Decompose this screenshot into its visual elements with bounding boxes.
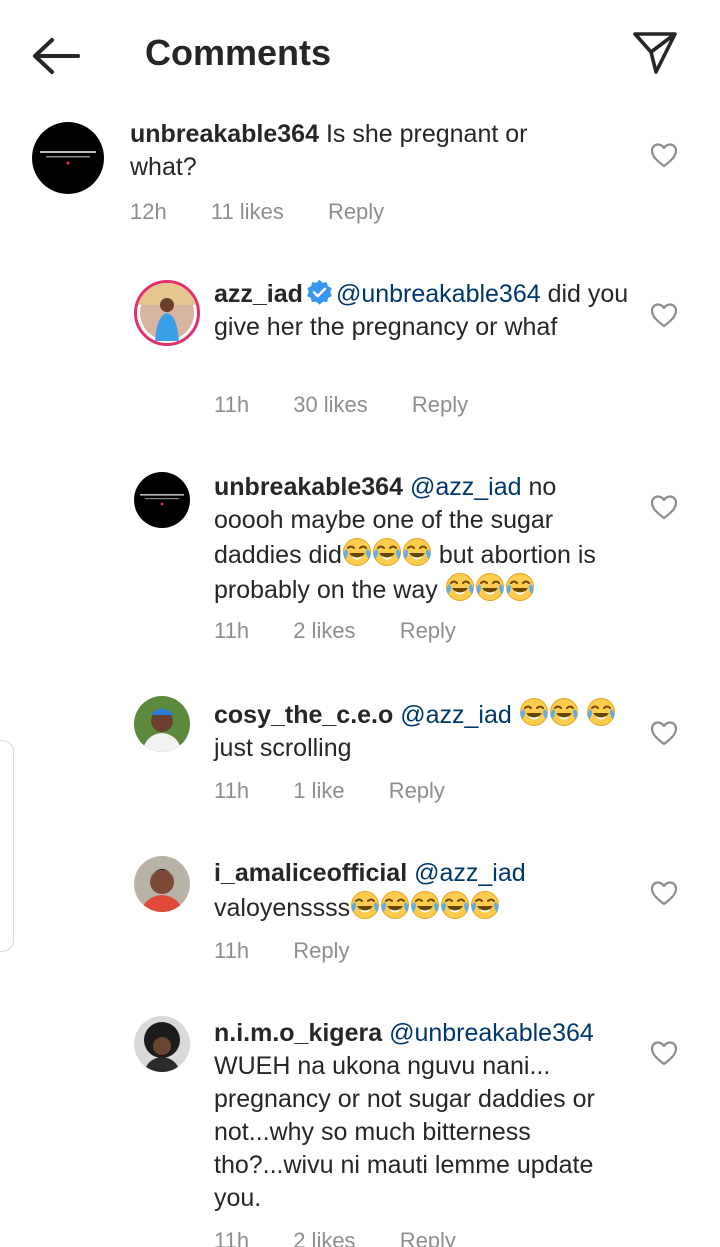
comment-item: n.i.m.o_kigera @unbreakable364 WUEH na u… (0, 994, 720, 1247)
comment-body: WUEH na ukona nguvu nani... pregnancy or… (214, 1052, 595, 1212)
comment-meta: 11h 2 likes Reply (214, 618, 494, 644)
laughing-emoji-icon (440, 890, 470, 920)
comment-time: 11h (214, 938, 250, 963)
comment-mention[interactable]: @unbreakable364 (336, 280, 541, 308)
header-bar: Comments (0, 0, 720, 108)
laughing-emoji-icon (445, 572, 475, 602)
comment-mention[interactable]: @azz_iad (410, 473, 522, 501)
comment-meta: 11h 2 likes Reply (214, 1228, 494, 1247)
comment-item: azz_iad @unbreakable364 did you give her … (0, 258, 720, 448)
paper-plane-icon (633, 32, 677, 74)
reply-button[interactable]: Reply (293, 938, 349, 963)
avatar[interactable] (134, 472, 190, 528)
comment-time: 11h (214, 392, 250, 417)
comment-mention[interactable]: @azz_iad (400, 701, 512, 729)
arrow-left-icon (33, 38, 80, 74)
comment-meta: 11h 30 likes Reply (214, 392, 506, 418)
heart-icon[interactable] (650, 494, 678, 520)
laughing-emoji-icon (519, 697, 549, 727)
laughing-emoji-icon (470, 890, 500, 920)
comment-time: 11h (214, 1228, 250, 1247)
comment-mention[interactable]: @azz_iad (414, 859, 526, 887)
share-button[interactable] (630, 28, 680, 76)
comment-username[interactable]: unbreakable364 (130, 120, 319, 148)
comment-time: 12h (130, 199, 167, 224)
comment-body: valoyenssss (214, 894, 351, 922)
edge-panel-handle[interactable] (0, 740, 14, 952)
comment-item: unbreakable364 @azz_iad no ooooh maybe o… (0, 448, 720, 674)
comment-meta: 11h Reply (214, 938, 387, 964)
laughing-emoji-icon (380, 890, 410, 920)
avatar[interactable] (134, 280, 200, 346)
reply-button[interactable]: Reply (400, 1228, 456, 1247)
comment-text: cosy_the_c.e.o @azz_iad just scrolling (214, 697, 629, 765)
heart-icon[interactable] (650, 1040, 678, 1066)
heart-icon[interactable] (650, 880, 678, 906)
comment-mention[interactable]: @unbreakable364 (389, 1019, 594, 1047)
likes-count[interactable]: 30 likes (293, 392, 368, 417)
laughing-emoji-icon (350, 890, 380, 920)
laughing-emoji-icon (586, 697, 616, 727)
reply-button[interactable]: Reply (412, 392, 468, 417)
comment-item: cosy_the_c.e.o @azz_iad just scrolling 1… (0, 674, 720, 834)
comment-text: unbreakable364 Is she pregnant or what? (130, 118, 545, 184)
comment-username[interactable]: cosy_the_c.e.o (214, 701, 393, 729)
heart-icon[interactable] (650, 302, 678, 328)
comment-username[interactable]: unbreakable364 (214, 473, 403, 501)
laughing-emoji-icon (410, 890, 440, 920)
heart-icon[interactable] (650, 142, 678, 168)
likes-count[interactable]: 2 likes (293, 1228, 355, 1247)
comment-body: just scrolling (214, 734, 352, 762)
reply-button[interactable]: Reply (389, 778, 445, 803)
reply-button[interactable]: Reply (400, 618, 456, 643)
comment-username[interactable]: azz_iad (214, 280, 303, 308)
avatar[interactable] (134, 696, 190, 752)
comment-meta: 11h 1 like Reply (214, 778, 483, 804)
comment-time: 11h (214, 778, 250, 803)
likes-count[interactable]: 2 likes (293, 618, 355, 643)
page-title: Comments (145, 32, 332, 73)
verified-badge-icon (307, 279, 332, 305)
avatar[interactable] (134, 1016, 190, 1072)
likes-count[interactable]: 1 like (293, 778, 344, 803)
comment-text: n.i.m.o_kigera @unbreakable364 WUEH na u… (214, 1017, 629, 1215)
avatar[interactable] (134, 856, 190, 912)
comment-username[interactable]: i_amaliceofficial (214, 859, 407, 887)
heart-icon[interactable] (650, 720, 678, 746)
avatar[interactable] (32, 122, 104, 194)
comment-text: unbreakable364 @azz_iad no ooooh maybe o… (214, 471, 629, 607)
laughing-emoji-icon (342, 537, 372, 567)
likes-count[interactable]: 11 likes (211, 199, 284, 224)
comment-meta: 12h 11 likes Reply (130, 199, 422, 225)
comment-item: unbreakable364 Is she pregnant or what? … (0, 108, 720, 258)
reply-button[interactable]: Reply (328, 199, 384, 224)
back-button[interactable] (30, 36, 82, 76)
comment-item: i_amaliceofficial @azz_iad valoyenssss 1… (0, 834, 720, 994)
comment-username[interactable]: n.i.m.o_kigera (214, 1019, 382, 1047)
laughing-emoji-icon (475, 572, 505, 602)
laughing-emoji-icon (549, 697, 579, 727)
laughing-emoji-icon (505, 572, 535, 602)
laughing-emoji-icon (372, 537, 402, 567)
comment-text: i_amaliceofficial @azz_iad valoyenssss (214, 857, 629, 925)
comment-time: 11h (214, 618, 250, 643)
laughing-emoji-icon (402, 537, 432, 567)
comment-text: azz_iad @unbreakable364 did you give her … (214, 278, 629, 344)
